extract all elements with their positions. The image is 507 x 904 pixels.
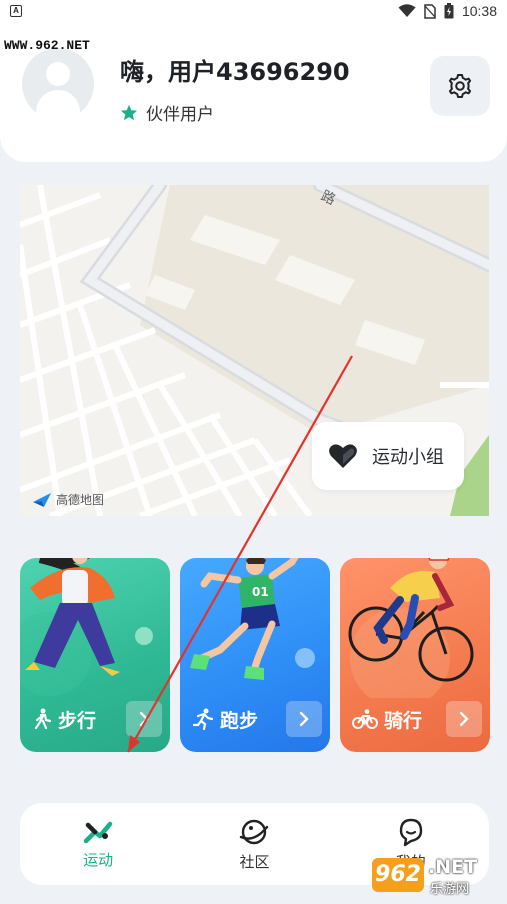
map-provider-label: 高德地图: [56, 493, 105, 507]
status-left: A: [10, 5, 22, 17]
wifi-icon: [398, 4, 416, 17]
ride-card-footer: 骑行: [352, 701, 482, 737]
no-sim-icon: [424, 3, 436, 19]
running-illustration: 01: [190, 558, 315, 680]
status-time: 10:38: [461, 3, 497, 19]
watermark-net: .NET: [428, 856, 478, 878]
sport-icon: [83, 821, 113, 843]
watermark-sub: 乐游网: [430, 882, 470, 897]
status-bar: A 10:38: [0, 0, 507, 22]
nav-item-community[interactable]: 社区: [194, 817, 314, 872]
run-card[interactable]: 01 跑步: [180, 558, 330, 752]
planet-icon: [240, 819, 269, 844]
battery-icon: [444, 3, 454, 19]
ride-arrow-button[interactable]: [446, 701, 482, 737]
run-icon: [192, 708, 214, 730]
chevron-right-icon: [139, 711, 149, 727]
watermark-logo: 962 .NET 乐游网: [372, 856, 500, 898]
ride-card[interactable]: 骑行: [340, 558, 490, 752]
walk-card-footer: 步行: [32, 701, 162, 737]
nav-item-sport[interactable]: 运动: [38, 819, 158, 870]
chevron-right-icon: [299, 711, 309, 727]
face-icon: [399, 818, 423, 846]
nav-label-sport: 运动: [83, 850, 114, 869]
partner-label: 伙伴用户: [146, 105, 214, 125]
run-label: 跑步: [220, 709, 259, 732]
walk-icon: [34, 708, 52, 730]
run-card-footer: 跑步: [192, 701, 322, 737]
sport-group-button[interactable]: 运动小组: [312, 422, 464, 490]
chevron-right-icon: [459, 711, 469, 727]
avatar[interactable]: [22, 48, 94, 120]
walk-card[interactable]: 步行: [20, 558, 170, 752]
status-right: 10:38: [398, 3, 497, 19]
run-arrow-button[interactable]: [286, 701, 322, 737]
svg-text:01: 01: [252, 585, 269, 599]
settings-button[interactable]: [430, 56, 490, 116]
walk-arrow-button[interactable]: [126, 701, 162, 737]
gear-icon: [448, 74, 472, 98]
walk-label: 步行: [58, 709, 97, 732]
cycling-illustration: [348, 558, 474, 698]
ride-label: 骑行: [384, 709, 423, 732]
nav-label-community: 社区: [239, 852, 270, 871]
heart-icon: [329, 444, 357, 468]
watermark-box: 962: [372, 858, 424, 892]
watermark-text: WWW.962.NET: [4, 38, 90, 53]
partner-badge: 伙伴用户: [120, 100, 214, 125]
amap-icon: [33, 492, 51, 507]
sport-group-label: 运动小组: [372, 447, 444, 468]
notification-app-icon: A: [10, 5, 22, 17]
user-greeting: 嗨，用户43696290: [120, 58, 350, 86]
star-icon: [120, 104, 138, 120]
map-provider-logo: 高德地图: [32, 491, 104, 508]
bike-icon: [352, 709, 378, 729]
walking-illustration: [20, 558, 153, 696]
